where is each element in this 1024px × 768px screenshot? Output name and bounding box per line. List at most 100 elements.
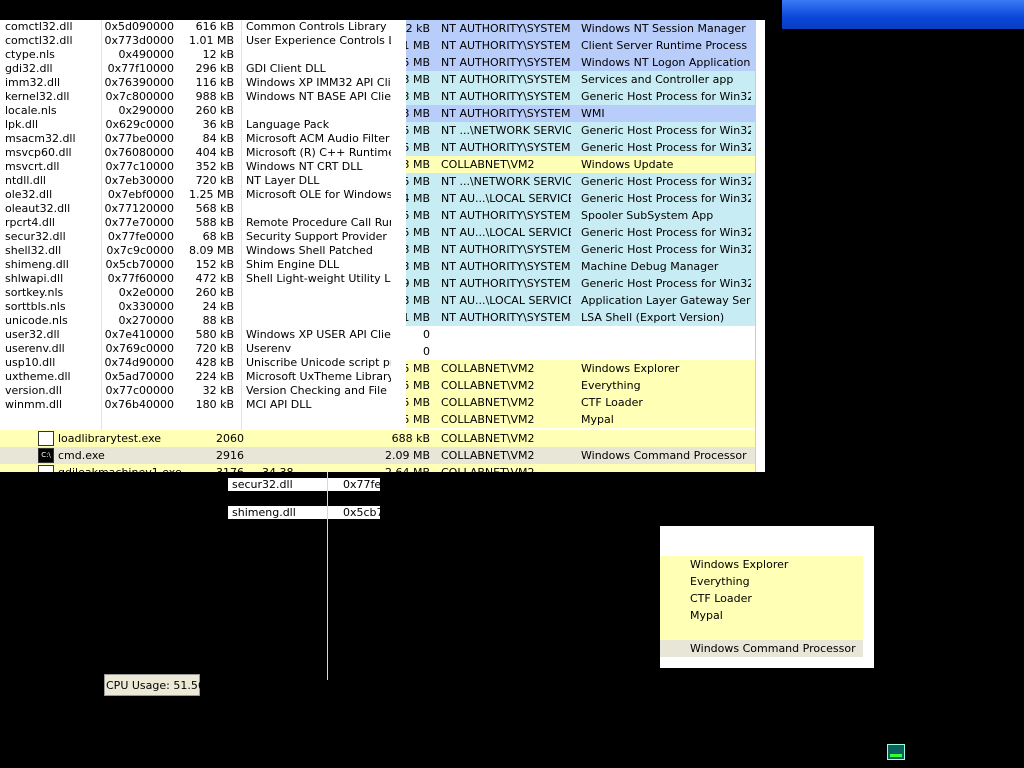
process-description: Windows Update xyxy=(581,158,674,171)
dll-row[interactable]: comctl32.dll 0x773d0000 1.01 MB User Experi… xyxy=(0,34,406,48)
dll-base-address: 0x5d090000 xyxy=(104,20,174,33)
dll-description: Shell Light-weight Utility Libr... xyxy=(246,272,391,285)
dll-name: shlwapi.dll xyxy=(5,272,64,285)
dll-base-address: 0x490000 xyxy=(118,48,175,61)
process-explorer-tray-icon[interactable] xyxy=(887,744,905,760)
process-user: COLLABNET\VM2 xyxy=(441,449,535,462)
dll-fragment-name: shimeng.dll xyxy=(232,506,296,519)
dll-size: 32 kB xyxy=(202,384,234,397)
dll-fragment-row[interactable]: secur32.dll 0x77fe xyxy=(228,478,380,491)
dll-description: MCI API DLL xyxy=(246,398,312,411)
dll-row[interactable]: shell32.dll 0x7c9c0000 8.09 MB Windows Shel… xyxy=(0,244,406,258)
dll-base-address: 0x74d90000 xyxy=(104,356,174,369)
process-description: Generic Host Process for Win32 ... xyxy=(581,277,751,290)
process-row[interactable]: loadlibrarytest.exe 2060 688 kB COLLABNET\V… xyxy=(0,430,765,447)
dll-name: unicode.nls xyxy=(5,314,68,327)
dll-base-address: 0x77120000 xyxy=(104,202,175,215)
dll-row[interactable]: unicode.nls 0x270000 88 kB xyxy=(0,314,406,328)
dll-description: NT Layer DLL xyxy=(246,174,320,187)
dll-name: msvcrt.dll xyxy=(5,160,60,173)
dll-list-panel[interactable]: comctl32.dll 0x5d090000 616 kB Common Contr… xyxy=(0,20,406,430)
dll-size: 1.01 MB xyxy=(188,34,234,47)
process-user: NT ...\NETWORK SERVICE xyxy=(441,124,571,137)
process-user: COLLABNET\VM2 xyxy=(441,362,535,375)
dll-row[interactable]: sortkey.nls 0x2e0000 260 kB xyxy=(0,286,406,300)
dll-base-address: 0x5ad70000 xyxy=(104,370,174,383)
dll-row[interactable]: shimeng.dll 0x5cb70000 152 kB Shim Engine D… xyxy=(0,258,406,272)
dll-size: 116 kB xyxy=(195,76,234,89)
dll-row[interactable]: winmm.dll 0x76b40000 180 kB MCI API DLL xyxy=(0,398,406,412)
dll-name: user32.dll xyxy=(5,328,60,341)
popup-selected-label: Windows Command Processor xyxy=(690,642,856,655)
process-description: Client Server Runtime Process xyxy=(581,39,748,52)
process-user: NT AUTHORITY\SYSTEM xyxy=(441,260,571,273)
dll-base-address: 0x330000 xyxy=(118,300,175,313)
dll-size: 152 kB xyxy=(195,258,234,271)
dll-name: sortkey.nls xyxy=(5,286,64,299)
dll-row[interactable]: shlwapi.dll 0x77f60000 472 kB Shell Light-w… xyxy=(0,272,406,286)
process-row[interactable]: C:\ cmd.exe 2916 2.09 MB COLLABNET\VM2 Window… xyxy=(0,447,765,464)
popup-item[interactable]: CTF Loader xyxy=(690,592,752,605)
dll-row[interactable]: uxtheme.dll 0x5ad70000 224 kB Microsoft UxT… xyxy=(0,370,406,384)
window-titlebar[interactable] xyxy=(782,0,1024,29)
dll-size: 404 kB xyxy=(195,146,234,159)
dll-row[interactable]: rpcrt4.dll 0x77e70000 588 kB Remote Procedu… xyxy=(0,216,406,230)
dll-row[interactable]: sorttbls.nls 0x330000 24 kB xyxy=(0,300,406,314)
process-name: cmd.exe xyxy=(58,449,105,462)
process-memory: 688 kB xyxy=(391,432,430,445)
dll-row[interactable]: locale.nls 0x290000 260 kB xyxy=(0,104,406,118)
dll-row[interactable]: ctype.nls 0x490000 12 kB xyxy=(0,48,406,62)
process-description: Everything xyxy=(581,379,641,392)
dll-row[interactable]: kernel32.dll 0x7c800000 988 kB Windows NT B… xyxy=(0,90,406,104)
command-prompt-icon: C:\ xyxy=(38,448,54,463)
dll-description: Windows XP USER API Clien... xyxy=(246,328,391,341)
dll-base-address: 0x76b40000 xyxy=(104,398,174,411)
dll-name: msacm32.dll xyxy=(5,132,76,145)
dll-description: Remote Procedure Call Runt... xyxy=(246,216,391,229)
dll-row[interactable]: imm32.dll 0x76390000 116 kB Windows XP IMM3… xyxy=(0,76,406,90)
dll-row[interactable]: usp10.dll 0x74d90000 428 kB Uniscribe Unico… xyxy=(0,356,406,370)
dll-size: 8.09 MB xyxy=(188,244,234,257)
popup-selected-item[interactable]: Windows Command Processor xyxy=(660,640,863,657)
process-pid: 2916 xyxy=(216,449,244,462)
dll-fragment-name: secur32.dll xyxy=(232,478,293,491)
popup-item[interactable]: Windows Explorer xyxy=(690,558,788,571)
process-row[interactable]: gdileakmachinev1.exe 3176 34.38 2.64 MB COLL… xyxy=(0,464,765,472)
process-description: Windows Command Processor xyxy=(581,449,747,462)
dll-description: Microsoft (R) C++ Runtime ... xyxy=(246,146,391,159)
dll-size: 568 kB xyxy=(195,202,234,215)
process-user: COLLABNET\VM2 xyxy=(441,396,535,409)
popup-item[interactable]: Everything xyxy=(690,575,750,588)
process-user: NT AUTHORITY\SYSTEM xyxy=(441,311,571,324)
dll-size: 180 kB xyxy=(195,398,234,411)
dll-description: Microsoft ACM Audio Filter xyxy=(246,132,390,145)
process-name: loadlibrarytest.exe xyxy=(58,432,162,445)
process-user: NT AU...\LOCAL SERVICE xyxy=(441,226,571,239)
dll-row[interactable]: secur32.dll 0x77fe0000 68 kB Security Suppo… xyxy=(0,230,406,244)
dll-row[interactable]: lpk.dll 0x629c0000 36 kB Language Pack xyxy=(0,118,406,132)
dll-base-address: 0x773d0000 xyxy=(104,34,174,47)
dll-row[interactable]: comctl32.dll 0x5d090000 616 kB Common Contr… xyxy=(0,20,406,34)
dll-row[interactable]: ntdll.dll 0x7eb30000 720 kB NT Layer DLL xyxy=(0,174,406,188)
popup-item[interactable]: Mypal xyxy=(690,609,723,622)
process-description: Generic Host Process for Win32 ... xyxy=(581,141,751,154)
dll-description: Microsoft OLE for Windows xyxy=(246,188,391,201)
dll-row[interactable]: userenv.dll 0x769c0000 720 kB Userenv xyxy=(0,342,406,356)
process-user: NT AU...\LOCAL SERVICE xyxy=(441,294,571,307)
dll-description: Security Support Provider In... xyxy=(246,230,391,243)
dll-row[interactable]: msvcrt.dll 0x77c10000 352 kB Windows NT CRT… xyxy=(0,160,406,174)
dll-fragment-row[interactable]: shimeng.dll 0x5cb7 xyxy=(228,506,380,519)
dll-row[interactable]: version.dll 0x77c00000 32 kB Version Checki… xyxy=(0,384,406,398)
dll-name: gdi32.dll xyxy=(5,62,53,75)
dll-row[interactable]: oleaut32.dll 0x77120000 568 kB xyxy=(0,202,406,216)
dll-row[interactable]: gdi32.dll 0x77f10000 296 kB GDI Client DLL xyxy=(0,62,406,76)
dll-description: User Experience Controls Li... xyxy=(246,34,391,47)
application-icon xyxy=(38,431,54,446)
dll-base-address: 0x77f60000 xyxy=(107,272,174,285)
dll-base-address: 0x2e0000 xyxy=(118,286,174,299)
dll-row[interactable]: msacm32.dll 0x77be0000 84 kB Microsoft ACM … xyxy=(0,132,406,146)
dll-row[interactable]: ole32.dll 0x7ebf0000 1.25 MB Microsoft OLE … xyxy=(0,188,406,202)
process-description: Services and Controller app xyxy=(581,73,734,86)
dll-row[interactable]: msvcp60.dll 0x76080000 404 kB Microsoft (R)… xyxy=(0,146,406,160)
dll-row[interactable]: user32.dll 0x7e410000 580 kB Windows XP USE… xyxy=(0,328,406,342)
